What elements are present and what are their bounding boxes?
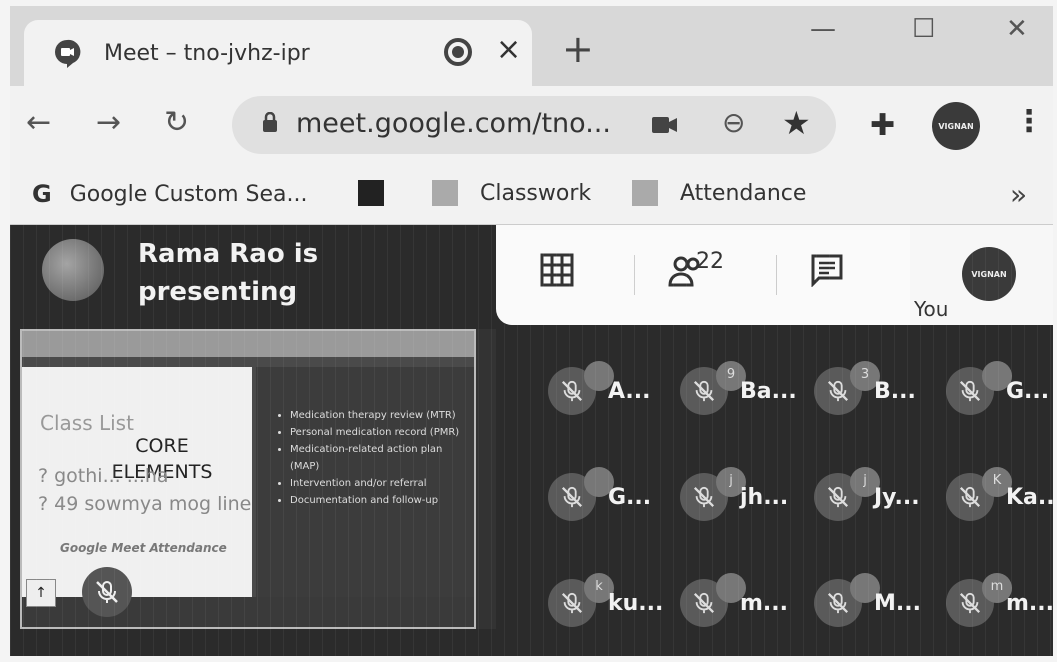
self-label: You (914, 297, 949, 321)
profile-avatar[interactable]: VIGNAN (932, 102, 980, 150)
meet-area: Rama Rao is presenting 22 VIGNAN You Cla… (10, 225, 1053, 656)
participant-name: A... (608, 379, 651, 404)
shared-screen-header (22, 331, 474, 357)
divider (776, 255, 777, 295)
bookmarks-bar: G Google Custom Sea... Classwork Attenda… (10, 166, 1053, 225)
menu-icon[interactable]: ⋮ (1014, 104, 1044, 139)
participant-tile[interactable]: G... (946, 361, 1053, 421)
participant-name: m... (740, 591, 788, 616)
class-list-label: Class List (40, 411, 134, 435)
meet-control-bar: 22 (496, 225, 948, 325)
participant-tile[interactable]: m m... (946, 573, 1053, 633)
bookmark-star-icon[interactable]: ★ (782, 104, 811, 142)
shared-screen[interactable]: Class List CORE ELEMENTS ? gothi... ...h… (20, 329, 476, 629)
slide-bullet: Medication therapy review (MTR) (290, 407, 474, 424)
participant-tile[interactable]: m... (680, 573, 810, 633)
bookmark-image[interactable] (358, 180, 406, 206)
tab-close-icon[interactable]: × (496, 32, 521, 67)
list-item: ? gothi... ...ha (38, 465, 169, 487)
slide-bullet: Intervention and/or referral (290, 475, 474, 492)
expand-icon[interactable]: ↑ (26, 579, 56, 607)
browser-toolbar: ← → ↻ meet.google.com/tno... ⊖ ★ ✚ VIGNA… (10, 86, 1053, 166)
presenter-text: Rama Rao is presenting (138, 239, 319, 307)
recording-icon (444, 38, 472, 66)
participant-tile[interactable]: M... (814, 573, 944, 633)
participant-tile[interactable]: 3 B... (814, 361, 944, 421)
address-bar[interactable]: meet.google.com/tno... ⊖ ★ (232, 96, 836, 154)
lock-icon (263, 112, 277, 132)
bookmark-label: Attendance (680, 180, 807, 206)
bookmark-google-custom[interactable]: G Google Custom Sea... (32, 180, 308, 208)
participant-name: ku... (608, 591, 664, 616)
attendance-footer: Google Meet Attendance (60, 541, 227, 555)
presenter-avatar (42, 239, 104, 301)
document-icon (432, 180, 458, 206)
participant-tile[interactable]: k ku... (548, 573, 678, 633)
tab-strip: Meet – tno-jvhz-ipr × + — ☐ ✕ (10, 6, 1053, 86)
participant-name: B... (874, 379, 916, 404)
participant-name: Ba... (740, 379, 797, 404)
bookmark-attendance[interactable]: Attendance (632, 180, 806, 206)
divider (634, 255, 635, 295)
minimize-icon[interactable]: — (810, 14, 836, 44)
self-avatar: VIGNAN (962, 247, 1016, 301)
zoom-icon[interactable]: ⊖ (722, 106, 745, 139)
grid-icon[interactable] (540, 253, 574, 287)
slide-content: Medication therapy review (MTR) Personal… (256, 367, 474, 597)
meet-tab[interactable]: Meet – tno-jvhz-ipr × (24, 20, 532, 86)
bookmark-label: Classwork (480, 180, 592, 206)
participant-tile[interactable]: G... (548, 467, 678, 527)
participant-name: G... (1006, 379, 1050, 404)
participant-tile[interactable]: A... (548, 361, 678, 421)
maximize-icon[interactable]: ☐ (912, 14, 935, 44)
reload-icon[interactable]: ↻ (164, 108, 189, 138)
meet-icon (50, 36, 84, 70)
back-icon[interactable]: ← (26, 108, 51, 138)
participant-tile[interactable]: j Jy... (814, 467, 944, 527)
bookmark-label: Google Custom Sea... (69, 181, 308, 207)
tab-title: Meet – tno-jvhz-ipr (104, 40, 310, 66)
bookmark-classwork[interactable]: Classwork (432, 180, 591, 206)
participant-count: 22 (696, 249, 724, 274)
participant-tile[interactable]: 9 Ba... (680, 361, 810, 421)
document-icon (632, 180, 658, 206)
participant-name: Ka... (1006, 485, 1053, 510)
participant-tile[interactable]: j jh... (680, 467, 810, 527)
slide-bullet: Personal medication record (PMR) (290, 424, 474, 441)
shared-screen-scrollbar (476, 329, 496, 629)
camera-icon[interactable] (652, 116, 678, 134)
forward-icon[interactable]: → (96, 108, 121, 138)
participant-name: m... (1006, 591, 1053, 616)
new-tab-button[interactable]: + (562, 30, 594, 68)
chat-icon[interactable] (810, 253, 844, 287)
list-item: ? 49 sowmya mog line (38, 493, 252, 515)
participant-tile[interactable]: KKa... (946, 467, 1053, 527)
slide-bullet: Medication-related action plan (MAP) (290, 441, 474, 475)
bookmarks-overflow-icon[interactable]: » (1010, 178, 1027, 211)
image-bookmark-icon (358, 180, 384, 206)
url-text: meet.google.com/tno... (296, 108, 611, 139)
participant-name: jh... (740, 485, 789, 510)
close-window-icon[interactable]: ✕ (1006, 14, 1028, 44)
participant-name: Jy... (874, 485, 920, 510)
presenter-bar: Rama Rao is presenting (10, 225, 496, 325)
slide-bullet: Documentation and follow-up (290, 492, 474, 509)
google-g-icon: G (32, 180, 52, 208)
participant-name: G... (608, 485, 652, 510)
mic-off-icon[interactable] (82, 567, 132, 617)
participant-name: M... (874, 591, 921, 616)
extensions-icon[interactable]: ✚ (870, 108, 895, 143)
browser-window: Meet – tno-jvhz-ipr × + — ☐ ✕ ← → ↻ meet… (10, 6, 1053, 656)
